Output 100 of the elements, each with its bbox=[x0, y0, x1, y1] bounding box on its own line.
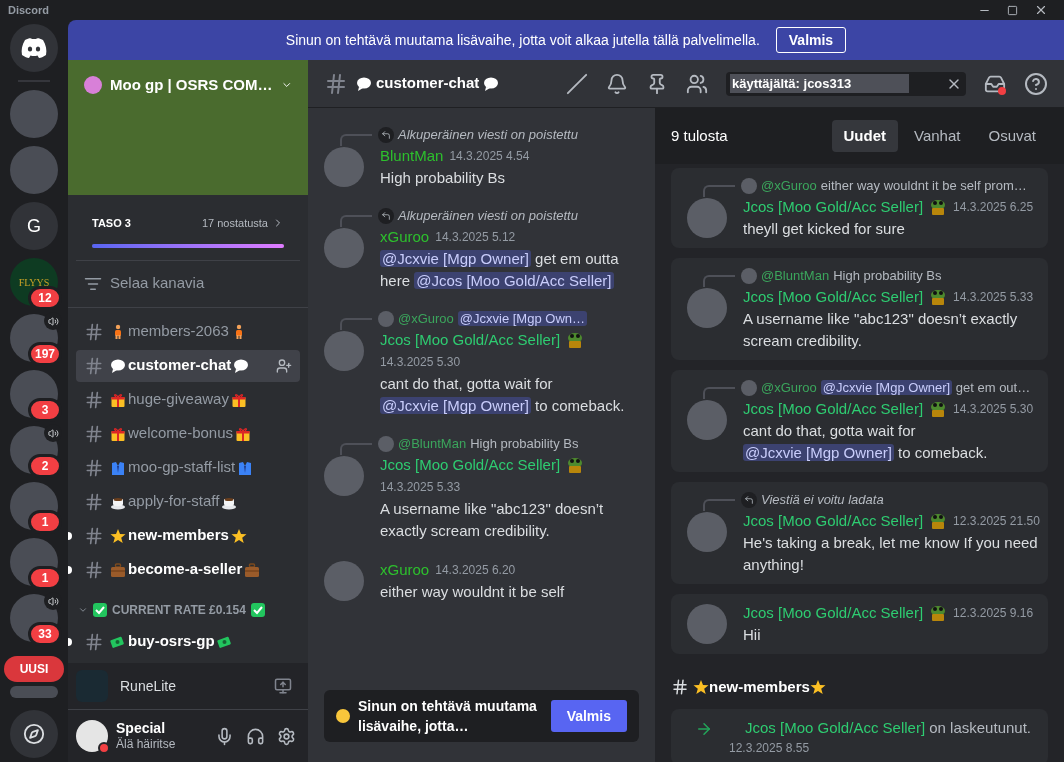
briefcase-icon bbox=[244, 561, 261, 578]
reply-author[interactable]: @xGuroo bbox=[398, 309, 454, 329]
timestamp: 14.3.2025 4.54 bbox=[449, 148, 530, 165]
gift-icon bbox=[110, 391, 126, 408]
members-icon[interactable] bbox=[686, 72, 708, 95]
channel-item[interactable]: huge-giveaway bbox=[76, 383, 300, 416]
sort-tab[interactable]: Uudet bbox=[831, 120, 899, 152]
author-name[interactable]: Jcos [Moo Gold/Acc Seller] bbox=[743, 196, 924, 218]
user-mention[interactable]: @Jcxvie [Mgp Owner] bbox=[743, 444, 894, 461]
reply-connector-line bbox=[703, 275, 735, 287]
result-card[interactable]: Jcos [Moo Gold/Acc Seller] on laskeutunut. 12.3.2025 8.55 bbox=[671, 708, 1048, 762]
channel-item[interactable]: moo-gp-staff-list bbox=[76, 451, 300, 484]
channel-item[interactable]: members-2063 bbox=[76, 315, 300, 348]
bell-icon[interactable] bbox=[606, 72, 628, 95]
author-name[interactable]: Jcos [Moo Gold/Acc Seller] bbox=[743, 398, 924, 420]
reply-author[interactable]: @xGuroo bbox=[761, 176, 817, 196]
reply-note: Alkuperäinen viesti on poistettu bbox=[398, 207, 578, 226]
timestamp: 14.3.2025 5.33 bbox=[380, 479, 461, 496]
result-count: 9 tulosta bbox=[671, 125, 728, 146]
unread-badge: 197 bbox=[27, 342, 62, 366]
user-mention[interactable]: @Jcxvie [Mgp Owner] bbox=[380, 397, 531, 414]
author-name[interactable]: xGuroo bbox=[380, 559, 430, 581]
gift-icon bbox=[110, 425, 126, 442]
category-name[interactable]: CURRENT RATE £0.154 bbox=[112, 600, 246, 619]
author-name[interactable]: Jcos [Moo Gold/Acc Seller] bbox=[743, 286, 924, 308]
speech-bubble-icon bbox=[483, 75, 500, 92]
server-icon[interactable]: G bbox=[10, 202, 58, 250]
browse-channels-item[interactable]: Selaa kanavia bbox=[76, 266, 300, 301]
user-avatar[interactable] bbox=[76, 720, 108, 752]
compass-icon bbox=[23, 723, 45, 745]
hash-icon bbox=[84, 525, 104, 546]
done-button[interactable]: Valmis bbox=[775, 27, 847, 53]
result-card[interactable]: @BluntMan High probability Bs Jcos [Moo Gold/Acc Seller] 14.3.2025 5.33 A username like "abc123" doesn’t exactly scream credibility. bbox=[671, 258, 1048, 360]
reply-connector-line bbox=[340, 215, 372, 227]
boost-count[interactable]: 17 nostatusta bbox=[201, 215, 268, 232]
hash-icon bbox=[84, 321, 104, 342]
channel-item[interactable]: become-a-seller bbox=[76, 553, 300, 586]
settings-icon[interactable] bbox=[277, 726, 296, 746]
reply-author[interactable]: @BluntMan bbox=[761, 266, 830, 286]
reply-connector-line bbox=[703, 387, 735, 399]
star-icon bbox=[230, 527, 247, 544]
home-button[interactable] bbox=[10, 24, 58, 72]
user-mention[interactable]: @Jcxvie [Mgp Owner] bbox=[820, 380, 953, 396]
headphones-icon[interactable] bbox=[246, 726, 265, 746]
server-name[interactable]: Moo gp | OSRS COM… bbox=[110, 74, 273, 97]
timestamp: 14.3.2025 6.25 bbox=[953, 199, 1034, 216]
channel-item[interactable]: welcome-bonus bbox=[76, 417, 300, 450]
channel-item[interactable]: new-members bbox=[76, 519, 300, 552]
help-icon[interactable] bbox=[1024, 71, 1048, 96]
speech-bubble-icon bbox=[110, 357, 126, 374]
author-name[interactable]: xGuroo bbox=[380, 226, 430, 248]
author-name[interactable]: Jcos [Moo Gold/Acc Seller] bbox=[745, 718, 926, 736]
toast-text: Sinun on tehtävä muutama lisävaihe, jotta… bbox=[358, 697, 538, 736]
timestamp: 14.3.2025 5.30 bbox=[380, 354, 461, 371]
result-card[interactable]: Viestiä ei voitu ladata Jcos [Moo Gold/Acc Seller] 12.3.2025 21.50 He's taking a break, let me know If you need anything! bbox=[671, 482, 1048, 584]
briefcase-icon bbox=[110, 561, 126, 578]
result-card[interactable]: @xGuroo either way wouldnt it be self prom… Jcos [Moo Gold/Acc Seller] 14.3.2025 6.25 theyll get kicked for sure bbox=[671, 168, 1048, 248]
channel-item[interactable]: buy-osrs-gp bbox=[76, 625, 300, 658]
author-name[interactable]: BluntMan bbox=[380, 145, 444, 167]
hash-icon bbox=[324, 71, 348, 96]
invite-icon[interactable] bbox=[276, 357, 292, 374]
microphone-icon[interactable] bbox=[215, 726, 234, 746]
unread-badge: 12 bbox=[28, 286, 62, 310]
reply-icon bbox=[378, 208, 394, 224]
channel-item[interactable]: apply-for-staff bbox=[76, 485, 300, 518]
user-mention[interactable]: @Jcos [Moo Gold/Acc Seller] bbox=[414, 272, 614, 289]
reply-preview: @Jcxvie [Mgp Owner] get em out… bbox=[820, 380, 1031, 396]
timestamp: 14.3.2025 5.33 bbox=[953, 289, 1034, 306]
result-card[interactable]: Jcos [Moo Gold/Acc Seller] 12.3.2025 9.16 Hii bbox=[671, 594, 1048, 654]
timestamp: 14.3.2025 5.12 bbox=[435, 229, 516, 246]
unread-badge: 1 bbox=[28, 566, 62, 590]
author-name[interactable]: Jcos [Moo Gold/Acc Seller] bbox=[380, 329, 561, 351]
channel-heading[interactable]: new-members bbox=[709, 676, 810, 699]
user-mention[interactable]: @Jcxvie [Mgp Own… bbox=[457, 311, 587, 327]
done-button[interactable]: Valmis bbox=[550, 700, 627, 732]
maximize-icon[interactable] bbox=[1007, 4, 1018, 16]
message-text: A username like "abc123" doesn’t exactly scream credibility. bbox=[380, 499, 605, 541]
reply-author[interactable]: @xGuroo bbox=[761, 378, 817, 398]
hash-icon bbox=[84, 457, 104, 478]
sort-tab[interactable]: Vanhat bbox=[902, 120, 973, 152]
message-text: High probability Bs bbox=[380, 168, 507, 188]
author-name[interactable]: Jcos [Moo Gold/Acc Seller] bbox=[380, 454, 561, 476]
close-icon[interactable] bbox=[1034, 3, 1048, 17]
sort-tab[interactable]: Osuvat bbox=[976, 120, 1048, 152]
timestamp: 12.3.2025 8.55 bbox=[729, 739, 811, 757]
user-mention[interactable]: @Jcxvie [Mgp Owner] bbox=[380, 250, 531, 267]
reply-author[interactable]: @BluntMan bbox=[398, 434, 467, 454]
explore-button[interactable] bbox=[10, 710, 58, 758]
reply-connector-line bbox=[340, 134, 372, 146]
author-name[interactable]: Jcos [Moo Gold/Acc Seller] bbox=[743, 602, 924, 624]
suit-icon bbox=[237, 459, 254, 476]
message-text: either way wouldnt it be self bbox=[380, 582, 566, 602]
search-field[interactable]: käyttäjältä: jcos313 bbox=[726, 71, 966, 96]
new-messages-badge[interactable]: UUSI bbox=[4, 656, 64, 682]
user-name[interactable]: Special bbox=[116, 719, 176, 738]
result-card[interactable]: @xGuroo @Jcxvie [Mgp Owner] get em out… Jcos [Moo Gold/Acc Seller] 14.3.2025 5.30 cant do that, gotta wait for @Jcxvie [Mgp Owner] to comeback. bbox=[671, 370, 1048, 472]
timestamp: 14.3.2025 6.20 bbox=[435, 562, 516, 579]
author-name[interactable]: Jcos [Moo Gold/Acc Seller] bbox=[743, 510, 924, 532]
channel-item[interactable]: customer-chat bbox=[76, 349, 300, 382]
screen-share-icon[interactable] bbox=[274, 677, 292, 695]
